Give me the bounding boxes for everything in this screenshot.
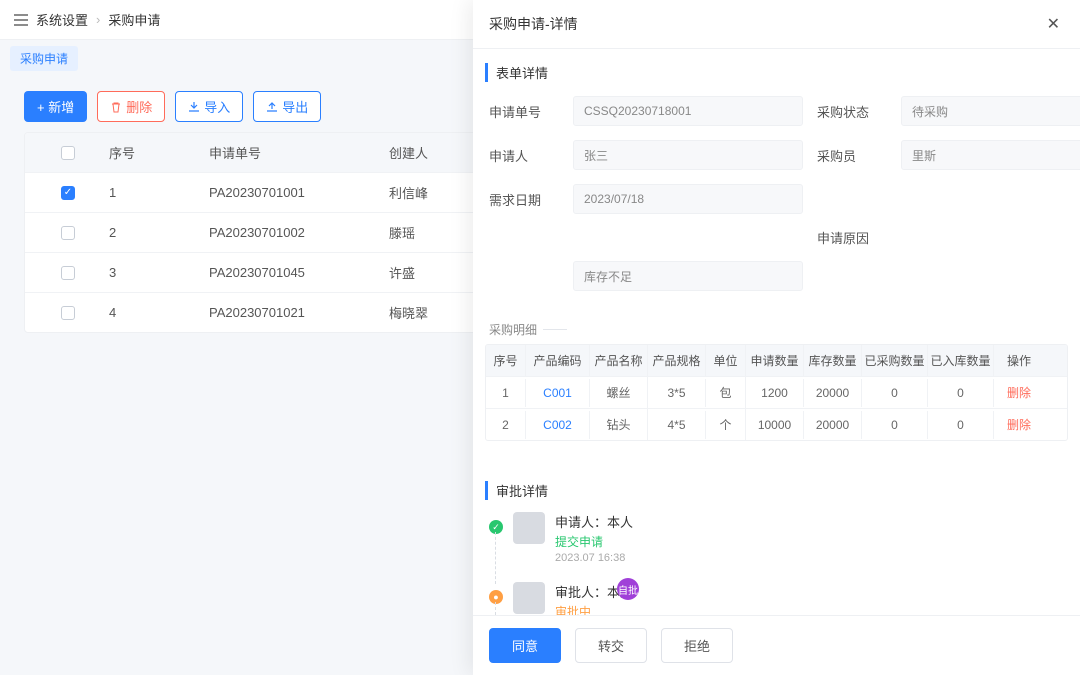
dcell-unit: 包 (706, 377, 746, 408)
dcell-name: 钻头 (590, 409, 648, 440)
dcol-bought: 已采购数量 (862, 345, 928, 376)
dcell-bought: 0 (862, 379, 928, 407)
col-seq: 序号 (103, 143, 203, 162)
dcell-code[interactable]: C001 (526, 379, 590, 407)
import-button[interactable]: 导入 (175, 91, 243, 122)
field-reason[interactable]: 库存不足 (573, 261, 803, 291)
dcell-inbound: 0 (928, 411, 994, 439)
cell-seq: 2 (103, 225, 203, 240)
chevron-right-icon: › (96, 12, 100, 27)
row-checkbox[interactable] (61, 226, 75, 240)
dcell-stock: 20000 (804, 379, 862, 407)
avatar (513, 582, 545, 614)
field-status[interactable]: 待采购 (901, 96, 1080, 126)
field-need-date[interactable]: 2023/07/18 (573, 184, 803, 214)
dcol-inbound: 已入库数量 (928, 345, 994, 376)
breadcrumb-item[interactable]: 系统设置 (36, 10, 88, 29)
cell-seq: 4 (103, 305, 203, 320)
import-label: 导入 (204, 97, 230, 116)
dcell-stock: 20000 (804, 411, 862, 439)
label-reason: 申请原因 (817, 228, 887, 247)
dcol-stock: 库存数量 (804, 345, 862, 376)
menu-toggle-icon[interactable] (14, 14, 28, 26)
dcell-spec: 4*5 (648, 411, 706, 439)
export-button[interactable]: 导出 (253, 91, 321, 122)
section-form-title: 表单详情 (485, 63, 1068, 82)
dcol-unit: 单位 (706, 345, 746, 376)
dcell-name: 螺丝 (590, 377, 648, 408)
tl-title: 申请人：本人 (555, 512, 633, 531)
tl-status: 审批中 (555, 603, 633, 615)
drawer-footer: 同意 转交 拒绝 (473, 615, 1080, 675)
timeline-item-approver: ● 审批人：本人 审批中 自批 (489, 578, 1064, 615)
dcol-op: 操作 (994, 345, 1044, 376)
dcell-seq: 2 (486, 411, 526, 439)
tab-purchase-request[interactable]: 采购申请 (10, 46, 78, 71)
agree-button[interactable]: 同意 (489, 628, 561, 663)
label-buyer: 采购员 (817, 146, 887, 165)
detail-table-header: 序号 产品编码 产品名称 产品规格 单位 申请数量 库存数量 已采购数量 已入库… (486, 345, 1067, 376)
sub-detail-title: 采购明细 (489, 321, 1064, 338)
tl-status: 提交申请 (555, 533, 633, 550)
transfer-button[interactable]: 转交 (575, 628, 647, 663)
field-applicant[interactable]: 张三 (573, 140, 803, 170)
drawer-header: 采购申请-详情 ✕ (473, 0, 1080, 49)
check-icon: ✓ (489, 520, 503, 534)
drawer-title: 采购申请-详情 (489, 14, 578, 34)
dcell-unit: 个 (706, 409, 746, 440)
dcell-apply: 1200 (746, 379, 804, 407)
self-approve-badge: 自批 (617, 578, 639, 600)
label-need-date: 需求日期 (489, 190, 559, 209)
dcol-spec: 产品规格 (648, 345, 706, 376)
col-order: 申请单号 (203, 143, 383, 162)
cell-order: PA20230701045 (203, 265, 383, 280)
cell-seq: 3 (103, 265, 203, 280)
row-delete-link[interactable]: 删除 (994, 409, 1044, 440)
add-button[interactable]: + 新增 (24, 91, 87, 122)
delete-button[interactable]: 删除 (97, 91, 165, 122)
dcell-apply: 10000 (746, 411, 804, 439)
row-checkbox[interactable]: ✓ (61, 186, 75, 200)
timeline-item-applicant: ✓ 申请人：本人 提交申请 2023.07 16:38 (489, 508, 1064, 578)
dcol-name: 产品名称 (590, 345, 648, 376)
avatar (513, 512, 545, 544)
row-checkbox[interactable] (61, 306, 75, 320)
dcell-code[interactable]: C002 (526, 411, 590, 439)
cell-order: PA20230701002 (203, 225, 383, 240)
label-status: 采购状态 (817, 102, 887, 121)
field-buyer[interactable]: 里斯 (901, 140, 1080, 170)
dcell-inbound: 0 (928, 379, 994, 407)
approval-timeline: ✓ 申请人：本人 提交申请 2023.07 16:38 ● 审批人：本人 审批中… (489, 508, 1064, 615)
detail-drawer: 采购申请-详情 ✕ 表单详情 申请单号 CSSQ20230718001 采购状态… (473, 0, 1080, 675)
select-all-checkbox[interactable] (61, 146, 75, 160)
close-icon[interactable]: ✕ (1043, 12, 1064, 36)
breadcrumb-item: 采购申请 (108, 10, 160, 29)
label-order-no: 申请单号 (489, 102, 559, 121)
tl-meta: 2023.07 16:38 (555, 552, 633, 564)
dcell-spec: 3*5 (648, 379, 706, 407)
dcol-apply: 申请数量 (746, 345, 804, 376)
detail-table: 序号 产品编码 产品名称 产品规格 单位 申请数量 库存数量 已采购数量 已入库… (485, 344, 1068, 441)
detail-table-row: 1C001螺丝3*5包12002000000删除 (486, 376, 1067, 408)
dcol-seq: 序号 (486, 345, 526, 376)
detail-table-row: 2C002钻头4*5个100002000000删除 (486, 408, 1067, 440)
pending-icon: ● (489, 590, 503, 604)
dcell-bought: 0 (862, 411, 928, 439)
dcol-code: 产品编码 (526, 345, 590, 376)
label-applicant: 申请人 (489, 146, 559, 165)
cell-order: PA20230701021 (203, 305, 383, 320)
dcell-seq: 1 (486, 379, 526, 407)
section-approval-title: 审批详情 (485, 481, 1068, 500)
field-order-no[interactable]: CSSQ20230718001 (573, 96, 803, 126)
row-checkbox[interactable] (61, 266, 75, 280)
delete-label: 删除 (126, 97, 152, 116)
reject-button[interactable]: 拒绝 (661, 628, 733, 663)
cell-seq: 1 (103, 185, 203, 200)
export-label: 导出 (282, 97, 308, 116)
row-delete-link[interactable]: 删除 (994, 377, 1044, 408)
cell-order: PA20230701001 (203, 185, 383, 200)
